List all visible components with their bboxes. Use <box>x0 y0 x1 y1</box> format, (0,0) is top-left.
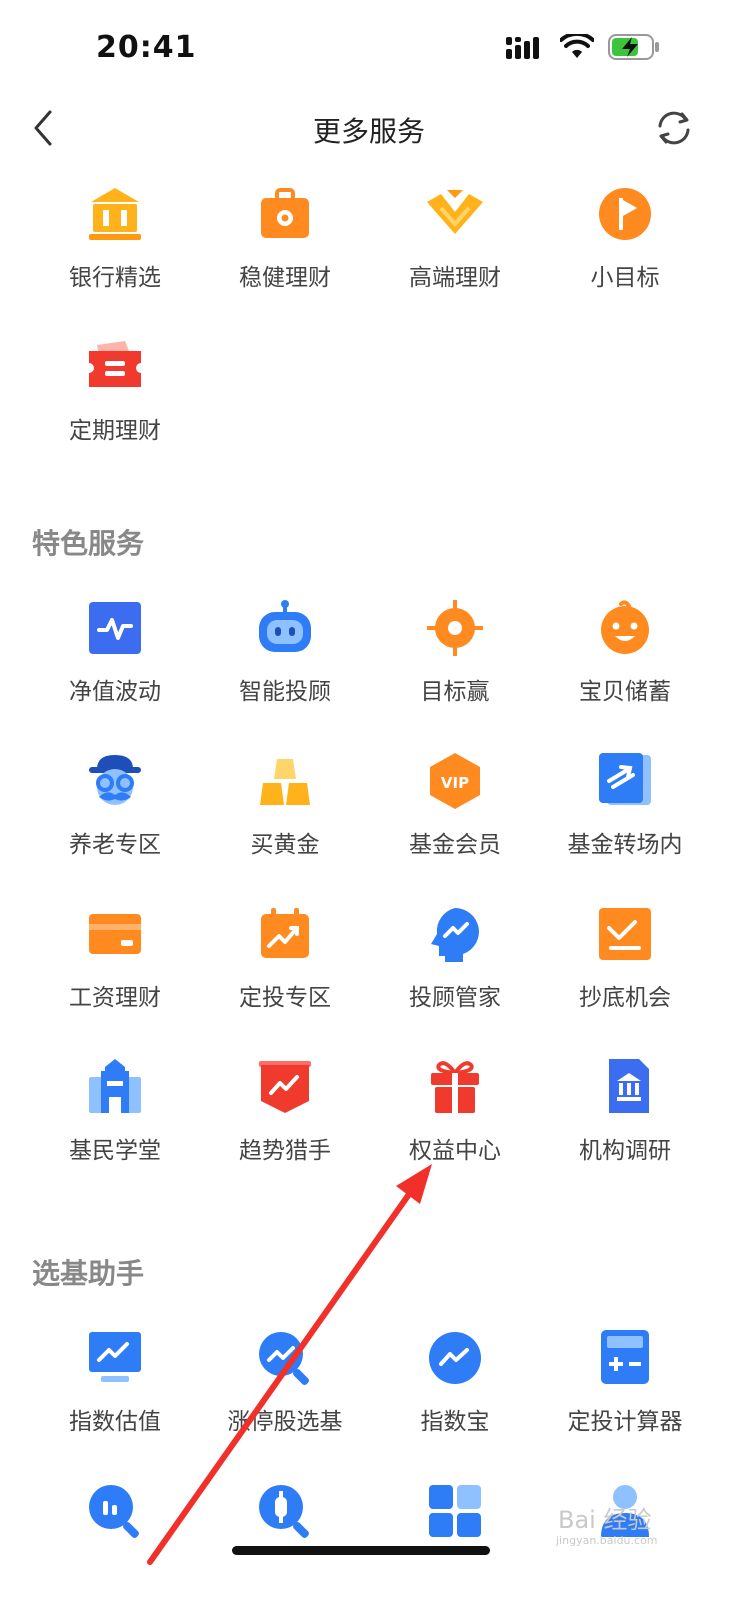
service-small-goal[interactable]: 小目标 <box>540 170 710 323</box>
school-icon <box>89 1059 141 1113</box>
cellular-signal-icon <box>506 37 539 59</box>
search-trend-icon <box>259 1332 309 1385</box>
service-label: 养老专区 <box>69 832 161 858</box>
service-buy-gold[interactable]: 买黄金 <box>200 737 370 890</box>
institution-icon <box>609 1059 649 1113</box>
tool-index-bao[interactable]: 指数宝 <box>370 1314 540 1467</box>
service-label: 目标赢 <box>420 679 490 705</box>
service-fund-member[interactable]: VIP 基金会员 <box>370 737 540 890</box>
search-coin-icon <box>259 1485 309 1538</box>
pulse-chart-icon <box>89 602 141 654</box>
flag-circle-icon <box>599 188 651 240</box>
home-indicator[interactable] <box>232 1546 490 1555</box>
service-advisor-butler[interactable]: 投顾管家 <box>370 890 540 1043</box>
diamond-icon <box>427 190 483 234</box>
service-salary-finance[interactable]: 工资理财 <box>30 890 200 1043</box>
monitor-trend-icon <box>89 1332 141 1382</box>
service-steady-finance[interactable]: 稳健理财 <box>200 170 370 323</box>
service-label: 净值波动 <box>69 679 161 705</box>
service-label: 小目标 <box>590 265 660 291</box>
service-nav-fluctuation[interactable]: 净值波动 <box>30 584 200 737</box>
vip-badge-text: VIP <box>441 774 469 792</box>
service-rights-center[interactable]: 权益中心 <box>370 1043 540 1196</box>
transfer-icon <box>599 753 651 805</box>
ticket-icon <box>89 341 141 387</box>
elder-face-icon <box>89 755 141 805</box>
target-icon <box>427 600 483 656</box>
bank-icon <box>89 188 141 240</box>
service-label: 稳健理财 <box>239 265 331 291</box>
service-investor-school[interactable]: 基民学堂 <box>30 1043 200 1196</box>
calendar-trend-icon <box>261 908 309 958</box>
tool-item-6[interactable] <box>200 1467 370 1620</box>
status-time: 20:41 <box>96 30 197 65</box>
tool-item-5[interactable] <box>30 1467 200 1620</box>
top-services-grid: 银行精选 稳健理财 高端理财 小目标 定期理财 <box>30 170 710 476</box>
tool-label: 指数宝 <box>420 1409 490 1435</box>
service-robo-advisor[interactable]: 智能投顾 <box>200 584 370 737</box>
service-label: 买黄金 <box>250 832 320 858</box>
service-label: 机构调研 <box>579 1138 671 1164</box>
vip-badge-icon: VIP <box>430 753 480 809</box>
tool-sip-calculator[interactable]: 定投计算器 <box>540 1314 710 1467</box>
baby-face-icon <box>601 600 649 654</box>
service-label: 权益中心 <box>409 1138 501 1164</box>
service-label: 基金转场内 <box>567 832 683 858</box>
service-label: 工资理财 <box>69 985 161 1011</box>
tool-item-7[interactable] <box>370 1467 540 1620</box>
service-bottom-fishing[interactable]: 抄底机会 <box>540 890 710 1043</box>
dip-chart-icon <box>599 908 651 960</box>
gift-icon <box>431 1061 479 1113</box>
service-label: 银行精选 <box>69 265 161 291</box>
grid-apps-icon <box>429 1485 481 1537</box>
calculator-icon <box>601 1330 649 1384</box>
section-title-fund-picker: 选基助手 <box>32 1257 145 1290</box>
tool-limit-up-fund[interactable]: 涨停股选基 <box>200 1314 370 1467</box>
fund-picker-grid: 指数估值 涨停股选基 指数宝 定投计算器 <box>30 1314 710 1620</box>
service-label: 基民学堂 <box>69 1138 161 1164</box>
service-trend-hunter[interactable]: 趋势猎手 <box>200 1043 370 1196</box>
service-fund-transfer[interactable]: 基金转场内 <box>540 737 710 890</box>
tool-index-valuation[interactable]: 指数估值 <box>30 1314 200 1467</box>
gold-bars-icon <box>260 759 310 805</box>
trend-shield-icon <box>259 1061 311 1113</box>
page-title: 更多服务 <box>312 115 425 148</box>
featured-services-grid: 净值波动 智能投顾 目标赢 宝贝储蓄 养老专区 买黄金 VIP 基金会员 基金转… <box>30 584 710 1196</box>
service-fixed-term[interactable]: 定期理财 <box>30 323 200 476</box>
refresh-icon[interactable] <box>654 108 694 148</box>
section-title-featured: 特色服务 <box>32 527 145 560</box>
briefcase-icon <box>261 188 309 238</box>
watermark-logo: Bai 经验 <box>558 1506 652 1534</box>
service-label: 智能投顾 <box>239 679 331 705</box>
nav-bar: 更多服务 <box>0 96 738 160</box>
service-label: 抄底机会 <box>579 985 671 1011</box>
service-label: 定期理财 <box>69 418 161 444</box>
service-label: 投顾管家 <box>409 985 501 1011</box>
service-bank-select[interactable]: 银行精选 <box>30 170 200 323</box>
service-institution-research[interactable]: 机构调研 <box>540 1043 710 1196</box>
service-target-win[interactable]: 目标赢 <box>370 584 540 737</box>
battery-charging-icon <box>608 34 659 60</box>
head-trend-icon <box>431 908 479 962</box>
service-label: 宝贝储蓄 <box>579 679 671 705</box>
wifi-icon <box>560 34 594 58</box>
service-label: 高端理财 <box>409 265 501 291</box>
search-bars-icon <box>89 1485 139 1538</box>
service-sip-zone[interactable]: 定投专区 <box>200 890 370 1043</box>
service-pension-zone[interactable]: 养老专区 <box>30 737 200 890</box>
tool-label: 指数估值 <box>69 1409 161 1435</box>
circle-trend-icon <box>429 1332 481 1384</box>
watermark-url: jingyan.baidu.com <box>556 1534 658 1547</box>
service-label: 定投专区 <box>239 985 331 1011</box>
status-icons <box>506 34 660 60</box>
robot-icon <box>259 600 311 652</box>
service-premium-finance[interactable]: 高端理财 <box>370 170 540 323</box>
service-label: 趋势猎手 <box>239 1138 331 1164</box>
tool-label: 定投计算器 <box>567 1409 683 1435</box>
service-baby-savings[interactable]: 宝贝储蓄 <box>540 584 710 737</box>
tool-label: 涨停股选基 <box>227 1409 343 1435</box>
card-icon <box>89 914 141 954</box>
service-label: 基金会员 <box>409 832 501 858</box>
status-bar: 20:41 <box>0 0 738 96</box>
